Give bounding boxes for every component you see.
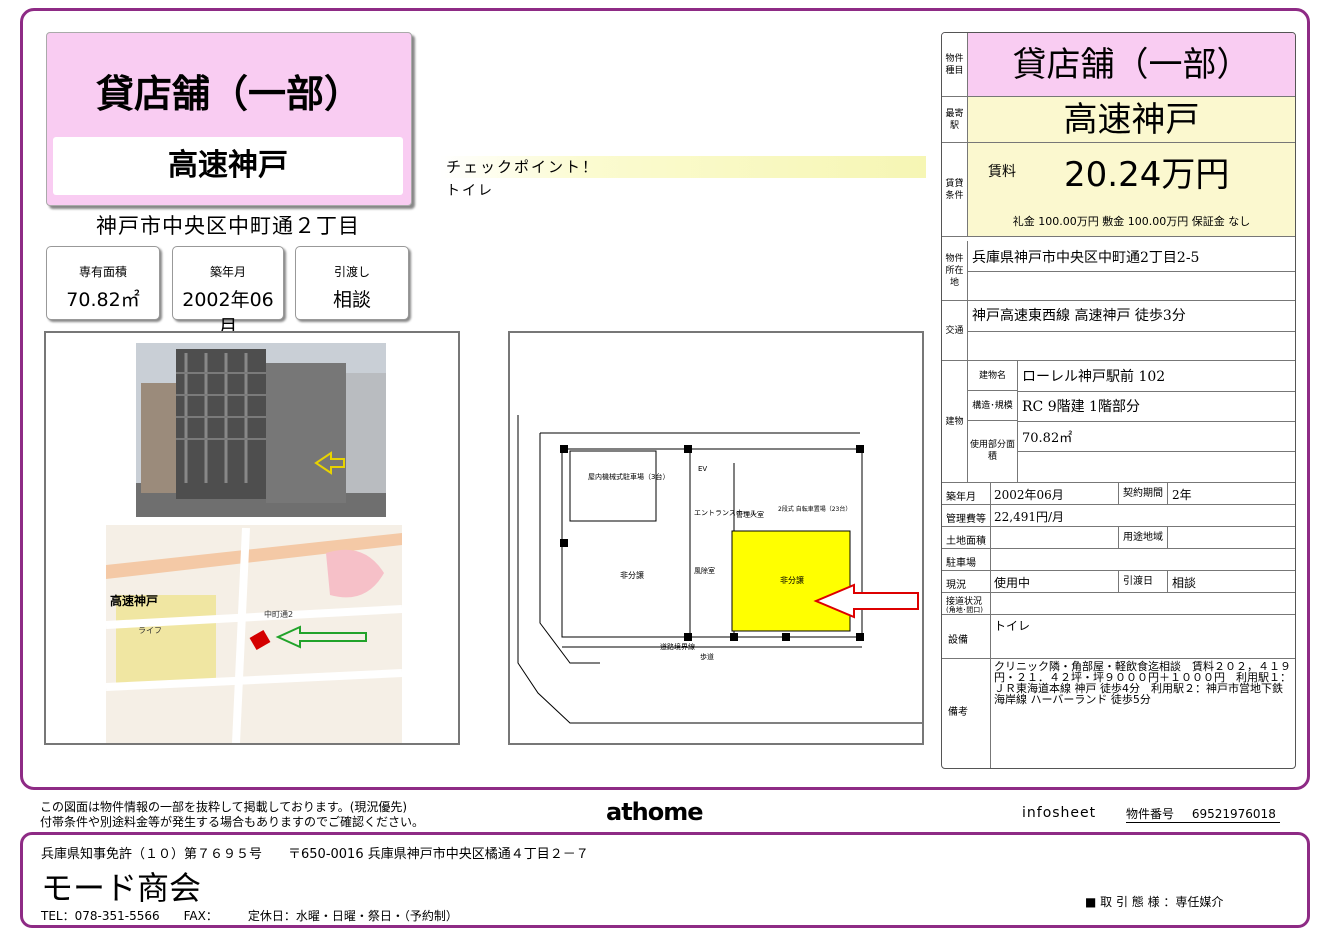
infosheet-label: infosheet — [1022, 805, 1097, 821]
bname-value: ローレル神戸駅前 102 — [1022, 369, 1166, 385]
map-street-label: 中町通2 — [264, 609, 293, 619]
usage-area-value: 70.82㎡ — [1022, 431, 1073, 446]
property-type-title: 貸店舗（一部） — [95, 72, 362, 116]
photo-map-svg: 高速神戸 ライフ 中町通2 — [105, 343, 403, 743]
plan-parking-label: 屋内機械式駐車場（3台） — [588, 472, 669, 481]
structure-value: RC 9階建 1階部分 — [1022, 399, 1140, 415]
row-parking: 駐車場 — [942, 549, 1295, 571]
agent-company: モード商会 — [41, 869, 202, 907]
label-land: 土地面積 — [946, 536, 986, 547]
label-parking: 駐車場 — [946, 558, 976, 569]
plan-target-label: 非分譲 — [780, 575, 804, 585]
status-value: 使用中 — [994, 576, 1031, 590]
plan-ev-label: EV — [698, 465, 707, 473]
plan-manager-label: 管理人室 — [736, 510, 764, 519]
handover-value: 相談 — [332, 289, 371, 311]
built-label: 築年月 — [209, 265, 246, 279]
label-rent: 賃貸条件 — [942, 143, 968, 236]
deal-type: ■ 取 引 態 様 ：専任媒介 — [1085, 895, 1224, 909]
handover-value-table: 相談 — [1172, 576, 1197, 590]
checkpoint-item: トイレ — [446, 183, 494, 199]
label-mgmt: 管理費等 — [946, 514, 986, 525]
label-equip: 設備 — [948, 635, 968, 646]
row-built: 築年月 2002年06月 契約期間 2年 — [942, 483, 1295, 505]
address-short: 神戸市中央区中町通２丁目 — [96, 214, 360, 238]
row-remarks: 備考 クリニック隣・角部屋・軽飲食迄相談 賃料２０２，４１９円・２１．４２坪・坪… — [942, 659, 1295, 768]
label-location: 物件所在地 — [942, 241, 968, 300]
floor-plan-panel: 非分譲 非分譲 屋内機械式駐車場（3台） エントランスホール EV 管理人室 2… — [508, 331, 924, 745]
map-station-label: 高速神戸 — [110, 593, 158, 608]
equip-value: トイレ — [994, 619, 1031, 633]
remarks-value: クリニック隣・角部屋・軽飲食迄相談 賃料２０２，４１９円・２１．４２坪・坪９００… — [994, 660, 1291, 706]
property-number-label: 物件番号 — [1126, 807, 1175, 821]
row-location: 物件所在地 兵庫県神戸市中央区中町通2丁目2-5 — [942, 241, 1295, 301]
row-land: 土地面積 用途地域 — [942, 527, 1295, 549]
row-type: 物件種目 貸店舗（一部） — [942, 33, 1295, 97]
handover-label: 引渡し — [333, 265, 370, 279]
checkpoint-title: チェックポイント！ — [440, 156, 926, 178]
station-value: 高速神戸 — [1063, 100, 1200, 140]
contract-value: 2年 — [1172, 488, 1192, 502]
deposits-value: 礼金 100.00万円 敷金 100.00万円 保証金 なし — [1012, 215, 1251, 228]
row-road: 接道状況 (角地･間口) — [942, 593, 1295, 615]
building-photo — [136, 343, 386, 517]
plan-sidewalk-label: 歩道 — [700, 652, 714, 661]
label-transport: 交通 — [942, 301, 968, 360]
footer-note-1: この図面は物件情報の一部を抜粋して掲載しております。(現況優先) — [40, 800, 408, 814]
row-transport: 交通 神戸高速東西線 高速神戸 徒歩3分 — [942, 301, 1295, 361]
agent-frame: 兵庫県知事免許（１０）第７６９５号 〒650-0016 兵庫県神戸市中央区橘通４… — [20, 832, 1310, 928]
type-value: 貸店舗（一部） — [1012, 45, 1251, 85]
row-station: 最寄駅 高速神戸 — [942, 97, 1295, 143]
label-zone: 用途地域 — [1118, 527, 1168, 548]
area-value: 70.82㎡ — [66, 289, 140, 311]
plan-wind-label: 風除室 — [694, 566, 715, 575]
map-life-label: ライフ — [138, 626, 162, 635]
property-type-box: 貸店舗（一部） 高速神戸 — [46, 32, 412, 206]
agent-license: 兵庫県知事免許（１０）第７６９５号 〒650-0016 兵庫県神戸市中央区橘通４… — [41, 847, 589, 862]
row-mgmt: 管理費等 22,491円/月 — [942, 505, 1295, 527]
mgmt-value: 22,491円/月 — [994, 510, 1065, 524]
location-value: 兵庫県神戸市中央区中町通2丁目2-5 — [972, 250, 1200, 266]
handover-card: 引渡し 相談 — [295, 246, 409, 320]
plan-road-label: 道路境界線 — [660, 642, 695, 651]
row-rent: 賃貸条件 賃料 20.24万円 礼金 100.00万円 敷金 100.00万円 … — [942, 143, 1295, 237]
athome-logo: athome — [606, 798, 704, 826]
info-table: 物件種目 貸店舗（一部） 最寄駅 高速神戸 賃貸条件 賃料 20.24万円 礼金… — [941, 32, 1296, 769]
area-card: 専有面積 70.82㎡ — [46, 246, 160, 320]
label-status: 現況 — [946, 580, 966, 591]
row-building: 建物 建物名 ローレル神戸駅前 102 構造･規模 RC 9階建 1階部分 使用… — [942, 361, 1295, 483]
photo-map-panel: 高速神戸 ライフ 中町通2 — [44, 331, 460, 745]
row-status: 現況 使用中 引渡日 相談 — [942, 571, 1295, 593]
label-type: 物件種目 — [942, 33, 968, 96]
transport-value: 神戸高速東西線 高速神戸 徒歩3分 — [972, 308, 1186, 324]
area-label: 専有面積 — [78, 265, 127, 279]
label-remarks: 備考 — [948, 707, 968, 718]
label-bname: 建物名 — [968, 361, 1018, 391]
built-value-table: 2002年06月 — [994, 488, 1064, 502]
label-structure: 構造･規模 — [968, 391, 1018, 421]
agent-contact: TEL：078-351-5566 FAX： 定休日：水曜・日曜・祭日・（予約制） — [41, 909, 458, 923]
rent-label: 賃料 — [988, 164, 1016, 180]
label-station: 最寄駅 — [942, 97, 968, 142]
location-map: 高速神戸 ライフ 中町通2 — [105, 525, 403, 743]
footer-note-2: 付帯条件や別途料金等が発生する場合もありますのでご確認ください。 — [40, 815, 425, 829]
built-card: 築年月 2002年06月 — [172, 246, 284, 338]
station-name: 高速神戸 — [53, 137, 403, 195]
rent-value: 20.24万円 — [1064, 155, 1230, 195]
label-usage-area: 使用部分面積 — [968, 421, 1018, 483]
footer-note: この図面は物件情報の一部を抜粋して掲載しております。(現況優先) 付帯条件や別途… — [40, 800, 424, 830]
row-equip: 設備 トイレ — [942, 615, 1295, 659]
floor-plan-svg: 非分譲 非分譲 屋内機械式駐車場（3台） エントランスホール EV 管理人室 2… — [517, 415, 922, 724]
plan-bike-label: 2段式 自転車置場（23台） — [778, 505, 851, 513]
label-built: 築年月 — [946, 492, 976, 503]
label-building: 建物 — [942, 361, 968, 482]
label-contract: 契約期間 — [1118, 483, 1168, 504]
property-number-value: 69521976018 — [1191, 807, 1276, 821]
label-handover: 引渡日 — [1118, 571, 1168, 592]
label-road-sub: (角地･間口) — [946, 606, 983, 614]
plan-shop-label: 非分譲 — [620, 570, 644, 580]
property-number: 物件番号 69521976018 — [1126, 805, 1280, 823]
